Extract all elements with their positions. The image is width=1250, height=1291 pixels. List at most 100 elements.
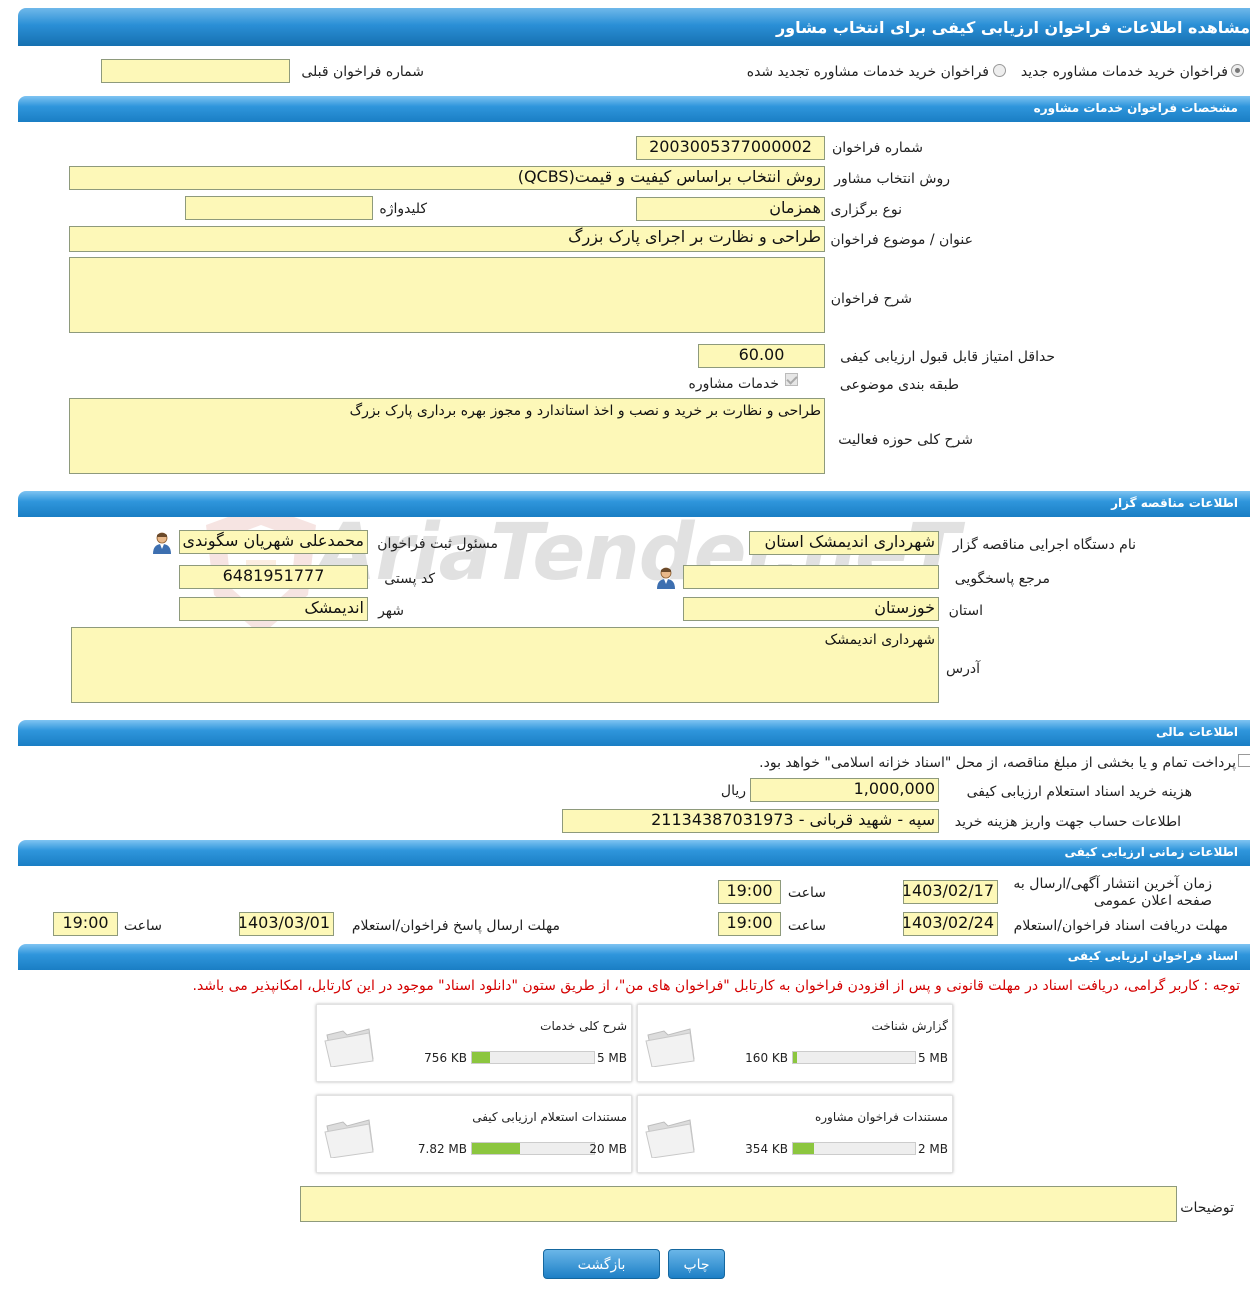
radio-renewed-call-label: فراخوان خرید خدمات مشاوره تجدید شده (746, 64, 989, 80)
account-label: اطلاعات حساب جهت واریز هزینه خرید (954, 814, 1181, 830)
scope-label: شرح کلی حوزه فعالیت (838, 432, 973, 448)
receive-label: مهلت دریافت اسناد فراخوان/استعلام (1013, 918, 1228, 934)
file-usage-bar (471, 1142, 595, 1155)
registrar-label: مسئول ثبت فراخوان (377, 536, 498, 552)
section-financial-header: اطلاعات مالی (18, 720, 1250, 746)
file-title: گزارش شناخت (871, 1019, 948, 1033)
file-max-size: 2 MB (917, 1142, 948, 1156)
prev-call-label: شماره فراخوان قبلی (301, 64, 424, 80)
call-number-label: شماره فراخوان (832, 140, 923, 156)
org-label: نام دستگاه اجرایی مناقصه گزار (952, 537, 1136, 553)
doc-fee-field[interactable]: 1,000,000 (750, 778, 939, 802)
selection-method-label: روش انتخاب مشاور (834, 171, 950, 187)
city-field[interactable]: اندیمشک (179, 597, 368, 621)
file-usage-fill (793, 1052, 797, 1063)
selection-method-field[interactable]: روش انتخاب براساس کیفیت و قیمت(QCBS) (69, 166, 825, 190)
file-usage-fill (472, 1052, 491, 1063)
province-field[interactable]: خوزستان (683, 597, 939, 621)
file-max-size: 20 MB (589, 1142, 627, 1156)
receive-time-label: ساعت (787, 918, 826, 934)
file-used-size: 7.82 MB (417, 1142, 467, 1156)
page-title: مشاهده اطلاعات فراخوان ارزیابی کیفی برای… (775, 18, 1250, 37)
response-date-field[interactable]: 1403/03/01 (239, 912, 334, 936)
file-title: شرح کلی خدمات (540, 1019, 627, 1033)
publish-date-field[interactable]: 1403/02/17 (903, 880, 998, 904)
file-card[interactable]: گزارش شناخت 5 MB 160 KB (637, 1004, 953, 1082)
file-used-size: 354 KB (745, 1142, 788, 1156)
postal-field[interactable]: 6481951777 (179, 565, 368, 589)
page-title-bar: مشاهده اطلاعات فراخوان ارزیابی کیفی برای… (18, 8, 1250, 46)
subject-label: عنوان / موضوع فراخوان (830, 232, 973, 248)
address-textarea[interactable]: شهرداری اندیمشک (71, 627, 939, 703)
section-consulting-header: مشخصات فراخوان خدمات مشاوره (18, 96, 1250, 122)
file-usage-fill (472, 1143, 520, 1154)
back-button[interactable]: بازگشت (543, 1249, 660, 1279)
file-card[interactable]: شرح کلی خدمات 5 MB 756 KB (316, 1004, 632, 1082)
publish-label: زمان آخرین انتشار آگهی/ارسال به صفحه اعل… (1013, 876, 1212, 909)
section-tenderer-header: اطلاعات مناقصه گزار (18, 491, 1250, 517)
section-tenderer-title: اطلاعات مناقصه گزار (1111, 496, 1238, 510)
responder-field[interactable] (683, 565, 939, 589)
file-usage-bar (792, 1142, 916, 1155)
account-field[interactable]: سپه - شهید قربانی - 21134387031973 (562, 809, 939, 833)
org-field[interactable]: شهرداری اندیمشک استان (749, 531, 939, 555)
folder-icon[interactable] (323, 1021, 375, 1067)
file-card[interactable]: مستندات فراخوان مشاوره 2 MB 354 KB (637, 1095, 953, 1173)
file-max-size: 5 MB (917, 1051, 948, 1065)
file-card[interactable]: مستندات استعلام ارزیابی کیفی 20 MB 7.82 … (316, 1095, 632, 1173)
file-title: مستندات فراخوان مشاوره (814, 1110, 948, 1124)
download-note: توجه : کاربر گرامی، دریافت اسناد در مهلت… (192, 978, 1241, 994)
subject-field[interactable]: طراحی و نظارت بر اجرای پارک بزرگ (69, 226, 825, 252)
islamic-treasury-checkbox[interactable] (1238, 754, 1250, 767)
min-score-label: حداقل امتیاز قابل قبول ارزیابی کیفی (840, 349, 1055, 365)
min-score-field[interactable]: 60.00 (698, 344, 825, 368)
keyword-label: کلیدواژه (379, 201, 427, 217)
section-documents-title: اسناد فراخوان ارزیابی کیفی (1067, 949, 1238, 963)
folder-icon[interactable] (323, 1112, 375, 1158)
publish-time-label: ساعت (787, 885, 826, 901)
folder-icon[interactable] (644, 1112, 696, 1158)
category-label: طبقه بندی موضوعی (839, 377, 959, 393)
print-button[interactable]: چاپ (668, 1249, 725, 1279)
call-number-field[interactable]: 2003005377000002 (636, 136, 825, 160)
section-timing-header: اطلاعات زمانی ارزیابی کیفی (18, 840, 1250, 866)
islamic-treasury-text: پرداخت تمام و یا بخشی از مبلغ مناقصه، از… (759, 755, 1236, 771)
holding-type-field[interactable]: همزمان (636, 197, 825, 221)
folder-icon[interactable] (644, 1021, 696, 1067)
responder-user-icon[interactable] (655, 566, 677, 590)
comments-textarea[interactable] (300, 1186, 1177, 1222)
file-title: مستندات استعلام ارزیابی کیفی (472, 1110, 627, 1124)
postal-label: کد پستی (384, 571, 435, 587)
category-checkbox[interactable] (785, 373, 798, 386)
registrar-user-icon[interactable] (151, 531, 173, 555)
file-max-size: 5 MB (596, 1051, 627, 1065)
prev-call-input[interactable] (101, 59, 290, 83)
file-usage-bar (792, 1051, 916, 1064)
currency-label: ریال (720, 783, 746, 799)
city-label: شهر (378, 603, 404, 619)
receive-time-field[interactable]: 19:00 (718, 912, 781, 936)
response-time-field[interactable]: 19:00 (53, 912, 118, 936)
radio-renewed-call[interactable] (993, 64, 1006, 77)
publish-time-field[interactable]: 19:00 (718, 880, 781, 904)
response-time-label: ساعت (123, 918, 162, 934)
section-financial-title: اطلاعات مالی (1155, 725, 1238, 739)
category-item-label: خدمات مشاوره (688, 376, 779, 392)
keyword-field[interactable] (185, 196, 373, 220)
description-textarea[interactable] (69, 257, 825, 333)
section-consulting-title: مشخصات فراخوان خدمات مشاوره (1033, 101, 1238, 115)
scope-textarea[interactable]: طراحی و نظارت بر خرید و نصب و اخذ استاند… (69, 398, 825, 474)
file-usage-bar (471, 1051, 595, 1064)
receive-date-field[interactable]: 1403/02/24 (903, 912, 998, 936)
comments-label: توضیحات (1180, 1200, 1234, 1216)
province-label: استان (948, 603, 983, 619)
responder-label: مرجع پاسخگویی (954, 571, 1050, 587)
doc-fee-label: هزینه خرید اسناد استعلام ارزیابی کیفی (966, 784, 1192, 800)
radio-new-call-label: فراخوان خرید خدمات مشاوره جدید (1020, 64, 1228, 80)
radio-new-call[interactable] (1231, 64, 1244, 77)
address-label: آدرس (946, 661, 980, 677)
section-documents-header: اسناد فراخوان ارزیابی کیفی (18, 944, 1250, 970)
registrar-field[interactable]: محمدعلی شهریان سگوندی (179, 530, 368, 554)
file-usage-fill (793, 1143, 814, 1154)
holding-type-label: نوع برگزاری (830, 202, 902, 218)
